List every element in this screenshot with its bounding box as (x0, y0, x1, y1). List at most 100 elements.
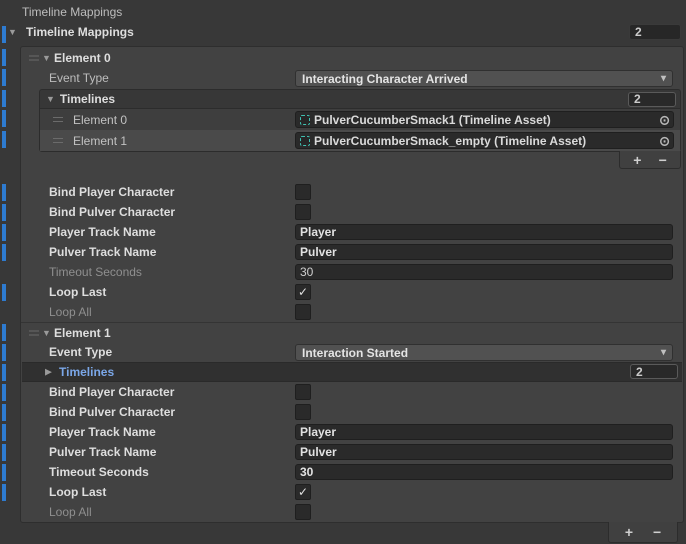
timelines-add-button[interactable]: + (629, 153, 645, 167)
timeout-seconds-row: Timeout Seconds (21, 262, 683, 282)
add-element-button[interactable]: + (621, 525, 637, 539)
prefab-override-bar (2, 244, 6, 261)
loop-last-label: Loop Last (49, 285, 106, 299)
timeline-asset-icon (300, 115, 310, 125)
timeline-mappings-foldout-row[interactable]: ▼ Timeline Mappings (0, 22, 686, 42)
loop-last-checkbox[interactable]: ✓ (295, 484, 311, 500)
timeline-mappings-title[interactable]: Timeline Mappings (26, 25, 134, 39)
event-type-dropdown[interactable]: Interacting Character Arrived ▾ (295, 70, 673, 87)
object-picker-icon[interactable]: ⊙ (659, 134, 670, 147)
prefab-override-bar (2, 324, 6, 341)
remove-element-button[interactable]: − (649, 525, 665, 539)
foldout-open-icon[interactable]: ▼ (46, 94, 55, 104)
foldout-open-icon[interactable]: ▼ (42, 328, 51, 338)
event-type-dropdown[interactable]: Interaction Started ▾ (295, 344, 673, 361)
prefab-override-bar (2, 90, 6, 107)
player-track-name-input[interactable] (295, 224, 673, 240)
object-picker-icon[interactable]: ⊙ (659, 113, 670, 126)
event-type-value: Interacting Character Arrived (302, 72, 468, 86)
pulver-track-name-label: Pulver Track Name (49, 245, 156, 259)
timelines-header[interactable]: ▼ Timelines (39, 89, 681, 108)
timeout-seconds-label: Timeout Seconds (49, 465, 149, 479)
foldout-open-icon[interactable]: ▼ (42, 53, 51, 63)
bind-player-character-row: Bind Player Character (21, 382, 683, 402)
bind-player-character-checkbox[interactable] (295, 184, 311, 200)
element-0-header[interactable]: ▼ Element 0 (21, 48, 683, 68)
bind-pulver-character-row: Bind Pulver Character (21, 202, 683, 222)
timeline-item-label: Element 0 (73, 113, 127, 127)
timelines-collapsed-row[interactable]: ▶ Timelines (21, 362, 683, 382)
timeout-seconds-label: Timeout Seconds (49, 265, 142, 279)
loop-last-checkbox[interactable]: ✓ (295, 284, 311, 300)
loop-all-row: Loop All (21, 502, 683, 522)
loop-all-label: Loop All (49, 305, 92, 319)
pulver-track-name-input[interactable] (295, 444, 673, 460)
timeout-seconds-input[interactable] (295, 464, 673, 480)
property-name-label: Timeline Mappings (22, 5, 122, 19)
bind-pulver-character-checkbox[interactable] (295, 204, 311, 220)
prefab-override-bar (2, 464, 6, 481)
array-size-input[interactable] (629, 24, 681, 40)
timelines-list: ▼ Timelines Element 0 PulverCucumberSmac… (39, 89, 681, 173)
loop-all-checkbox[interactable] (295, 504, 311, 520)
pulver-track-name-label: Pulver Track Name (49, 445, 156, 459)
bind-pulver-character-row: Bind Pulver Character (21, 402, 683, 422)
dropdown-arrow-icon: ▾ (661, 73, 666, 84)
property-name-row: Timeline Mappings (0, 2, 686, 22)
timeline-asset-icon (300, 136, 310, 146)
prefab-override-bar (2, 424, 6, 441)
timeline-mappings-list: ▼ Element 0 Event Type Interacting Chara… (20, 46, 684, 523)
element-0-section: ▼ Element 0 Event Type Interacting Chara… (21, 48, 683, 322)
drag-handle-icon[interactable] (53, 138, 63, 143)
event-type-row: Event Type Interaction Started ▾ (21, 342, 683, 362)
timelines-remove-button[interactable]: − (655, 153, 671, 167)
prefab-override-bar (2, 49, 6, 66)
timeline-object-field[interactable]: PulverCucumberSmack_empty (Timeline Asse… (295, 132, 674, 149)
timelines-size-input[interactable] (628, 92, 676, 107)
list-footer: + − (608, 522, 678, 543)
prefab-override-bar (2, 224, 6, 241)
player-track-name-input[interactable] (295, 424, 673, 440)
event-type-label: Event Type (49, 71, 109, 85)
timelines-title[interactable]: Timelines (60, 92, 115, 106)
pulver-track-name-row: Pulver Track Name (21, 442, 683, 462)
bind-pulver-character-label: Bind Pulver Character (49, 405, 175, 419)
foldout-open-icon[interactable]: ▼ (8, 27, 17, 37)
loop-all-label: Loop All (49, 505, 92, 519)
timeline-object-field[interactable]: PulverCucumberSmack1 (Timeline Asset) ⊙ (295, 111, 674, 128)
timelines-title[interactable]: Timelines (59, 365, 114, 379)
drag-handle-icon[interactable] (29, 56, 39, 61)
prefab-override-bar (2, 384, 6, 401)
loop-last-row: Loop Last ✓ (21, 482, 683, 502)
drag-handle-icon[interactable] (53, 117, 63, 122)
bind-player-character-checkbox[interactable] (295, 384, 311, 400)
prefab-override-bar (2, 184, 6, 201)
timelines-list-body: Element 0 PulverCucumberSmack1 (Timeline… (39, 108, 681, 152)
check-icon: ✓ (298, 486, 308, 498)
bind-player-character-row: Bind Player Character (21, 182, 683, 202)
timeline-item-row[interactable]: Element 0 PulverCucumberSmack1 (Timeline… (40, 109, 680, 130)
foldout-closed-icon[interactable]: ▶ (45, 367, 52, 378)
timeout-seconds-input[interactable] (295, 264, 673, 280)
player-track-name-row: Player Track Name (21, 422, 683, 442)
bind-pulver-character-label: Bind Pulver Character (49, 205, 175, 219)
element-1-header[interactable]: ▼ Element 1 (21, 322, 683, 342)
timelines-size-input[interactable] (630, 364, 678, 379)
prefab-override-bar (2, 131, 6, 148)
player-track-name-row: Player Track Name (21, 222, 683, 242)
event-type-row: Event Type Interacting Character Arrived… (21, 68, 683, 88)
event-type-label: Event Type (49, 345, 112, 359)
timelines-list-footer: + − (39, 152, 681, 173)
element-title: Element 0 (54, 51, 111, 65)
drag-handle-icon[interactable] (29, 330, 39, 335)
loop-all-row: Loop All (21, 302, 683, 322)
timeout-seconds-row: Timeout Seconds (21, 462, 683, 482)
timeline-object-value: PulverCucumberSmack1 (Timeline Asset) (314, 113, 551, 127)
loop-all-checkbox[interactable] (295, 304, 311, 320)
pulver-track-name-input[interactable] (295, 244, 673, 260)
prefab-override-bar (2, 284, 6, 301)
timeline-item-row[interactable]: Element 1 PulverCucumberSmack_empty (Tim… (40, 130, 680, 151)
element-1-section: ▼ Element 1 Event Type Interaction Start… (21, 322, 683, 522)
bind-pulver-character-checkbox[interactable] (295, 404, 311, 420)
element-title: Element 1 (54, 326, 111, 340)
